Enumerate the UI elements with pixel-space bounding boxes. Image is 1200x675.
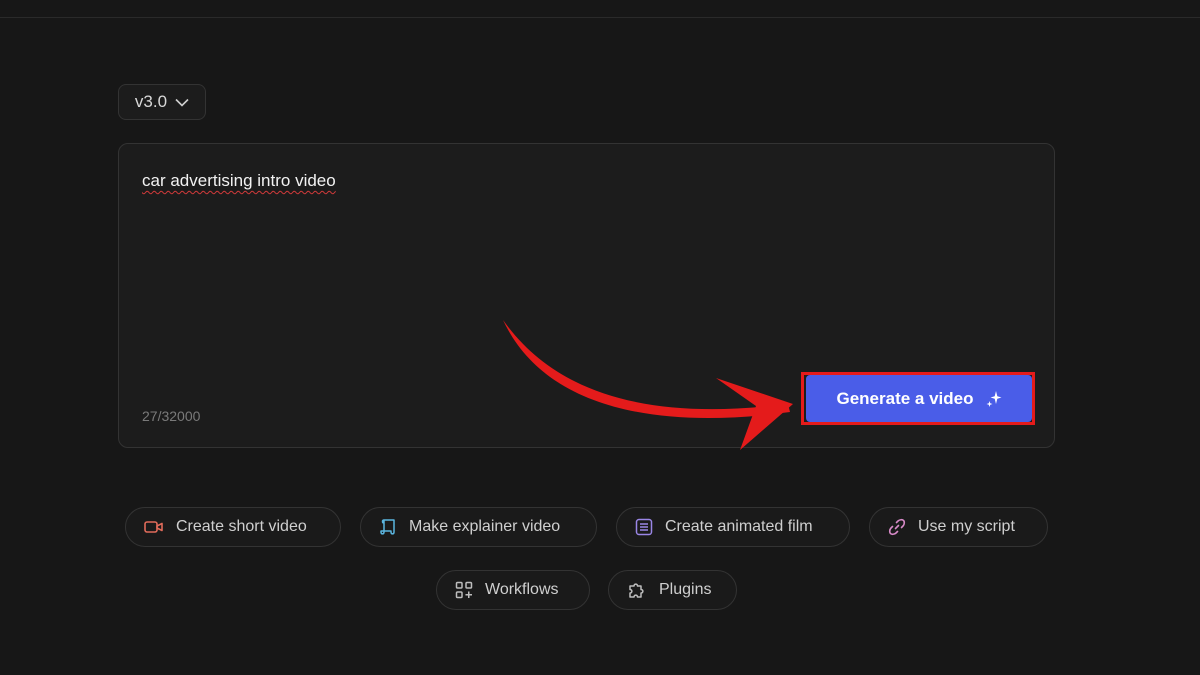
generate-video-button[interactable]: Generate a video bbox=[806, 375, 1032, 422]
top-divider bbox=[0, 17, 1200, 18]
generate-video-label: Generate a video bbox=[836, 388, 974, 408]
scroll-icon bbox=[380, 519, 395, 535]
document-lines-icon bbox=[635, 518, 653, 536]
link-icon bbox=[888, 518, 906, 536]
use-my-script-label: Use my script bbox=[918, 518, 1015, 535]
create-animated-film-label: Create animated film bbox=[665, 518, 813, 535]
character-counter: 27/32000 bbox=[142, 408, 201, 424]
plugins-button[interactable]: Plugins bbox=[608, 570, 737, 610]
workflows-button[interactable]: Workflows bbox=[436, 570, 590, 610]
sparkle-icon bbox=[986, 390, 1001, 407]
prompt-text[interactable]: car advertising intro video bbox=[142, 171, 336, 191]
create-short-video-label: Create short video bbox=[176, 518, 307, 535]
video-camera-icon bbox=[144, 521, 163, 533]
create-animated-film-button[interactable]: Create animated film bbox=[616, 507, 850, 547]
version-label: v3.0 bbox=[134, 92, 168, 111]
puzzle-icon bbox=[629, 583, 644, 598]
make-explainer-video-label: Make explainer video bbox=[409, 518, 561, 535]
workflows-label: Workflows bbox=[485, 581, 559, 598]
grid-plus-icon bbox=[455, 581, 473, 599]
create-short-video-button[interactable]: Create short video bbox=[125, 507, 341, 547]
chevron-down-icon bbox=[175, 98, 189, 107]
use-my-script-button[interactable]: Use my script bbox=[869, 507, 1048, 547]
version-select[interactable]: v3.0 bbox=[118, 84, 206, 120]
make-explainer-video-button[interactable]: Make explainer video bbox=[360, 507, 597, 547]
plugins-label: Plugins bbox=[659, 581, 712, 598]
